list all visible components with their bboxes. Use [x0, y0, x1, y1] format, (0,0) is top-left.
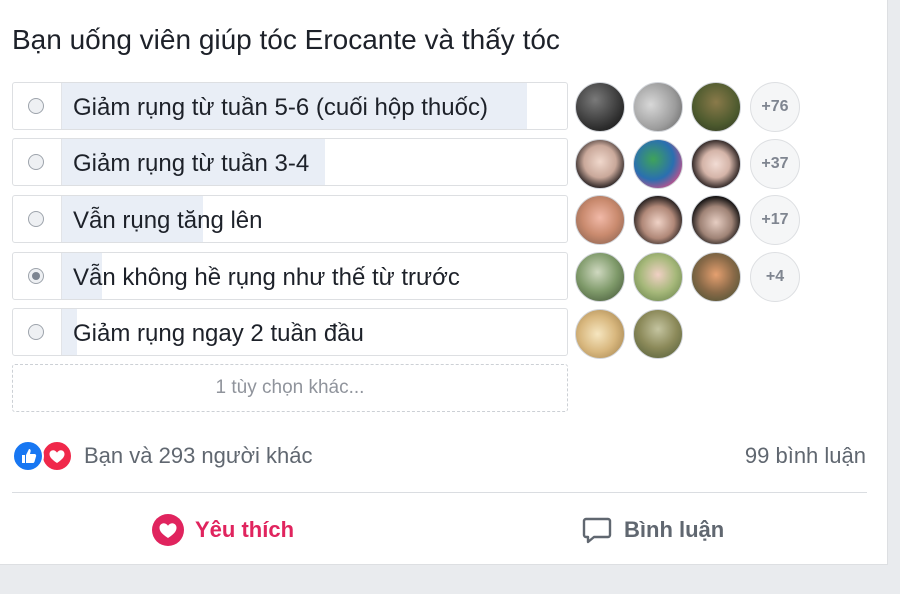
divider	[12, 492, 867, 493]
poll-radio-4[interactable]	[28, 268, 44, 284]
poll-radio-5[interactable]	[28, 324, 44, 340]
poll-option-5[interactable]: Giảm rụng ngay 2 tuần đầu	[12, 308, 568, 356]
more-voters-count[interactable]: +17	[750, 195, 800, 245]
voter-avatar[interactable]	[633, 195, 683, 245]
voter-avatar[interactable]	[575, 82, 625, 132]
voter-avatar[interactable]	[691, 139, 741, 189]
voter-avatar[interactable]	[691, 82, 741, 132]
like-button[interactable]: Yêu thích	[151, 510, 294, 550]
poll-option-label: Vẫn rụng tăng lên	[73, 207, 263, 234]
more-voters-count[interactable]: +76	[750, 82, 800, 132]
like-reaction-icon	[12, 440, 44, 472]
poll-option-label: Giảm rụng ngay 2 tuần đầu	[73, 320, 364, 347]
poll-option-label: Giảm rụng từ tuần 3-4	[73, 150, 310, 177]
voter-avatar[interactable]	[633, 309, 683, 359]
poll-option-1[interactable]: Giảm rụng từ tuần 5-6 (cuối hộp thuốc)	[12, 82, 568, 130]
poll-option-2[interactable]: Giảm rụng từ tuần 3-4	[12, 138, 568, 186]
comment-button[interactable]: Bình luận	[580, 510, 724, 550]
voter-avatar[interactable]	[633, 139, 683, 189]
voter-avatar[interactable]	[575, 139, 625, 189]
poll-option-label: Giảm rụng từ tuần 5-6 (cuối hộp thuốc)	[73, 94, 488, 121]
reactions-text: Bạn và 293 người khác	[84, 443, 313, 468]
poll-radio-3[interactable]	[28, 211, 44, 227]
voter-avatar[interactable]	[575, 252, 625, 302]
like-button-label: Yêu thích	[195, 517, 295, 542]
voter-avatar[interactable]	[691, 195, 741, 245]
poll-radio-1[interactable]	[28, 98, 44, 114]
comments-count[interactable]: 99 bình luận	[745, 443, 866, 469]
voter-avatar[interactable]	[575, 309, 625, 359]
poll-option-3[interactable]: Vẫn rụng tăng lên	[12, 195, 568, 243]
comment-icon	[580, 513, 614, 547]
poll-post-card: Bạn uống viên giúp tóc Erocante và thấy …	[0, 0, 888, 565]
poll-question: Bạn uống viên giúp tóc Erocante và thấy …	[12, 24, 560, 55]
more-voters-count[interactable]: +37	[750, 139, 800, 189]
more-voters-count[interactable]: +4	[750, 252, 800, 302]
poll-option-4[interactable]: Vẫn không hề rụng như thế từ trước	[12, 252, 568, 300]
love-reaction-icon	[41, 440, 73, 472]
voter-avatar[interactable]	[575, 195, 625, 245]
voter-avatar[interactable]	[691, 252, 741, 302]
poll-radio-2[interactable]	[28, 154, 44, 170]
comment-button-label: Bình luận	[624, 517, 725, 542]
poll-option-label: Vẫn không hề rụng như thế từ trước	[73, 264, 460, 291]
heart-icon	[151, 513, 185, 547]
voter-avatar[interactable]	[633, 252, 683, 302]
voter-avatar[interactable]	[633, 82, 683, 132]
add-option-button[interactable]: 1 tùy chọn khác...	[12, 364, 568, 412]
